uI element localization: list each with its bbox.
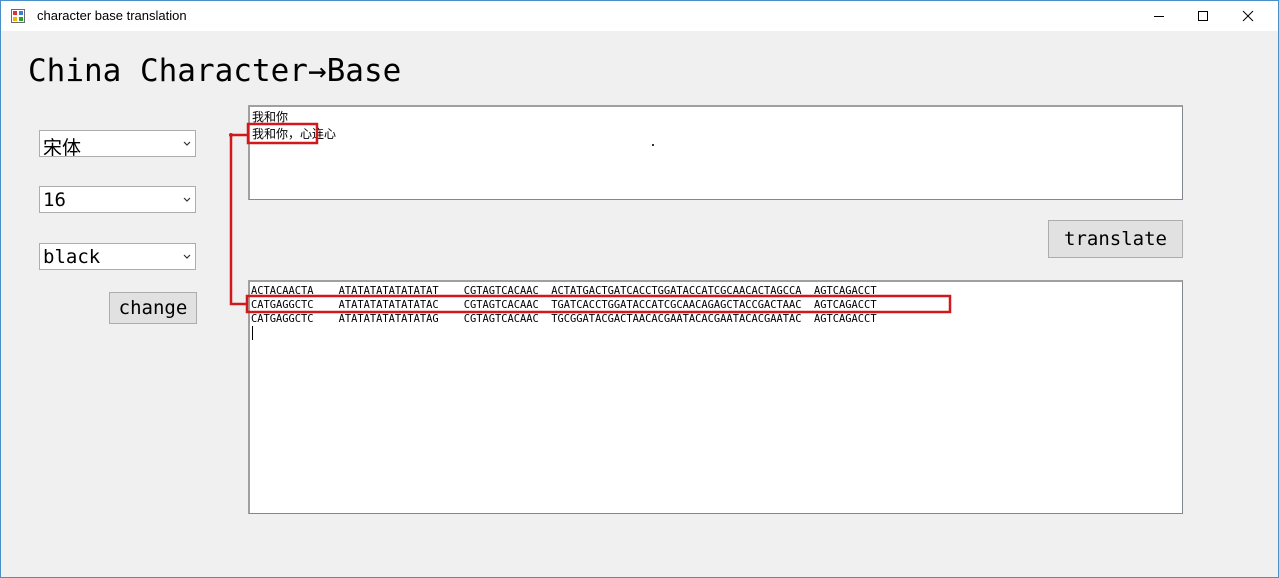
title-bar[interactable]: character base translation: [1, 1, 1278, 31]
highlight-annotation: [229, 122, 952, 314]
form-client-area: China Character→Base 宋体 16 black change …: [8, 31, 1271, 572]
connector-line: [229, 133, 248, 306]
window-title: character base translation: [37, 8, 187, 23]
maximize-button[interactable]: [1180, 1, 1226, 31]
app-window: character base translation China Charact…: [0, 0, 1279, 578]
minimize-icon: [1154, 16, 1164, 17]
minimize-button[interactable]: [1136, 1, 1182, 31]
app-icon: [11, 9, 25, 23]
maximize-icon: [1198, 11, 1208, 21]
connector-dot: [229, 133, 233, 137]
input-highlight-box: [246, 122, 319, 145]
close-button[interactable]: [1225, 1, 1271, 31]
close-icon: [1242, 10, 1254, 22]
output-highlight-box: [245, 294, 952, 314]
